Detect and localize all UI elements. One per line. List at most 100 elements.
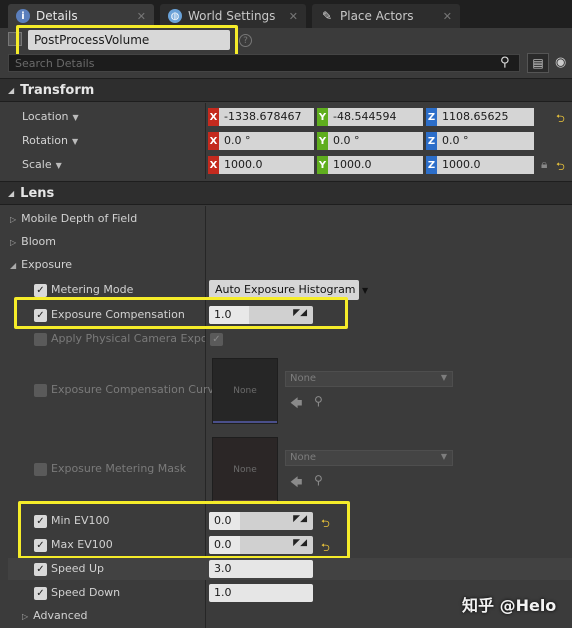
metering-mask-checkbox[interactable] — [34, 463, 47, 476]
use-selected-arrow-icon[interactable]: 🡄︎ — [290, 394, 302, 415]
chevron-down-icon: ▼ — [440, 373, 447, 382]
speed-up-value: 3.0 — [214, 562, 232, 575]
chevron-down-icon: ▼ — [362, 286, 369, 295]
tab-place-actors[interactable]: ✎ Place Actors ✕ — [312, 4, 460, 28]
property-matrix-icon[interactable]: ▤ — [527, 53, 549, 73]
metering-mask-label: Exposure Metering Mask — [51, 462, 187, 475]
chevron-down-icon: ▼ — [72, 137, 79, 146]
search-details-input[interactable]: Search Details — [8, 54, 520, 72]
mask-asset-dropdown[interactable]: None ▼ — [285, 450, 453, 466]
collapse-arrow-icon: ◢ — [8, 188, 15, 198]
mobile-dof-label: Mobile Depth of Field — [21, 212, 138, 225]
chevron-down-icon: ▼ — [55, 161, 62, 170]
location-z-value: 1108.65625 — [437, 108, 534, 126]
close-icon[interactable]: ✕ — [443, 10, 452, 23]
scale-x-field[interactable]: X 1000.0 — [208, 156, 314, 174]
location-x-value: -1338.678467 — [219, 108, 314, 126]
metering-mode-label: Metering Mode — [51, 283, 134, 296]
speed-up-checkbox[interactable]: ✓ — [34, 563, 47, 576]
curve-asset-thumbnail[interactable]: None — [212, 358, 278, 424]
scale-y-value: 1000.0 — [328, 156, 423, 174]
mask-asset-thumbnail[interactable]: None — [212, 437, 278, 503]
z-axis-tag: Z — [426, 108, 437, 126]
speed-up-field[interactable]: 3.0 — [209, 560, 313, 578]
z-axis-tag: Z — [426, 156, 437, 174]
rotation-y-field[interactable]: Y 0.0 ° — [317, 132, 423, 150]
highlight-box — [14, 297, 348, 329]
eye-icon[interactable]: ◉ — [555, 55, 566, 70]
browse-search-icon[interactable]: ⚲ — [314, 473, 323, 487]
curve-asset-value: None — [290, 373, 317, 384]
chevron-down-icon: ▼ — [72, 113, 79, 122]
place-actors-icon: ✎ — [321, 9, 333, 23]
lock-icon[interactable]: 🔒︎ — [541, 157, 547, 172]
speed-down-field[interactable]: 1.0 — [209, 584, 313, 602]
exposure-label: Exposure — [21, 258, 73, 271]
apply-physical-camera-label: Apply Physical Camera Exposu — [51, 332, 205, 345]
speed-down-checkbox[interactable]: ✓ — [34, 587, 47, 600]
close-icon[interactable]: ✕ — [137, 10, 146, 23]
speed-down-value: 1.0 — [214, 586, 232, 599]
column-divider — [205, 103, 206, 179]
tab-world-settings-label: World Settings — [188, 9, 276, 23]
expand-arrow-icon: ▷ — [10, 238, 17, 247]
compensation-curve-label: Exposure Compensation Curve — [51, 383, 221, 396]
thumb-type-bar — [213, 421, 277, 423]
apply-physical-camera-override-checkbox[interactable] — [34, 333, 47, 346]
location-z-field[interactable]: Z 1108.65625 — [426, 108, 534, 126]
metering-mode-value: Auto Exposure Histogram — [215, 283, 356, 296]
y-axis-tag: Y — [317, 132, 328, 150]
tab-details-label: Details — [36, 9, 78, 23]
watermark: 知乎 @Helo — [462, 596, 557, 615]
rotation-label-text: Rotation — [22, 134, 69, 147]
reset-to-default-icon[interactable]: ⮌ — [556, 110, 565, 129]
x-axis-tag: X — [208, 156, 219, 174]
browse-search-icon[interactable]: ⚲ — [314, 394, 323, 408]
location-label-text: Location — [22, 110, 69, 123]
z-axis-tag: Z — [426, 132, 437, 150]
collapse-arrow-icon: ◢ — [10, 261, 17, 270]
mobile-dof-group[interactable]: ▷ Mobile Depth of Field — [10, 212, 137, 225]
scale-label[interactable]: Scale ▼ — [22, 158, 62, 171]
advanced-group[interactable]: ▷ Advanced — [22, 609, 88, 622]
search-icon: ⚲ — [500, 55, 510, 70]
exposure-group[interactable]: ◢ Exposure — [10, 258, 72, 271]
bloom-group[interactable]: ▷ Bloom — [10, 235, 56, 248]
close-icon[interactable]: ✕ — [289, 10, 298, 23]
y-axis-tag: Y — [317, 108, 328, 126]
compensation-curve-checkbox[interactable] — [34, 384, 47, 397]
tab-bar: i Details ✕ ◍ World Settings ✕ ✎ Place A… — [0, 0, 572, 28]
scale-z-field[interactable]: Z 1000.0 — [426, 156, 534, 174]
help-icon[interactable]: ? — [239, 34, 252, 47]
location-x-field[interactable]: X -1338.678467 — [208, 108, 314, 126]
y-axis-tag: Y — [317, 156, 328, 174]
highlight-box — [18, 501, 350, 559]
use-selected-arrow-icon[interactable]: 🡄︎ — [290, 473, 302, 494]
transform-section-header[interactable]: ◢ Transform — [0, 78, 572, 102]
location-label[interactable]: Location ▼ — [22, 110, 79, 123]
tab-place-actors-label: Place Actors — [340, 9, 414, 23]
rotation-y-value: 0.0 ° — [328, 132, 423, 150]
curve-thumb-label: None — [233, 386, 257, 396]
rotation-label[interactable]: Rotation ▼ — [22, 134, 78, 147]
chevron-down-icon: ▼ — [440, 452, 447, 461]
expand-arrow-icon: ▷ — [10, 215, 17, 224]
scale-z-value: 1000.0 — [437, 156, 534, 174]
location-y-value: -48.544594 — [328, 108, 423, 126]
reset-to-default-icon[interactable]: ⮌ — [556, 158, 565, 177]
apply-physical-camera-checkbox[interactable]: ✓ — [210, 333, 223, 346]
rotation-z-field[interactable]: Z 0.0 ° — [426, 132, 534, 150]
lens-section-header[interactable]: ◢ Lens — [0, 181, 572, 205]
scale-y-field[interactable]: Y 1000.0 — [317, 156, 423, 174]
x-axis-tag: X — [208, 108, 219, 126]
mask-asset-value: None — [290, 452, 317, 463]
mask-thumb-label: None — [233, 465, 257, 475]
expand-arrow-icon: ▷ — [22, 612, 29, 621]
location-y-field[interactable]: Y -48.544594 — [317, 108, 423, 126]
rotation-x-value: 0.0 ° — [219, 132, 314, 150]
rotation-x-field[interactable]: X 0.0 ° — [208, 132, 314, 150]
metering-mode-checkbox[interactable]: ✓ — [34, 284, 47, 297]
rotation-z-value: 0.0 ° — [437, 132, 534, 150]
transform-title: Transform — [20, 82, 95, 98]
curve-asset-dropdown[interactable]: None ▼ — [285, 371, 453, 387]
